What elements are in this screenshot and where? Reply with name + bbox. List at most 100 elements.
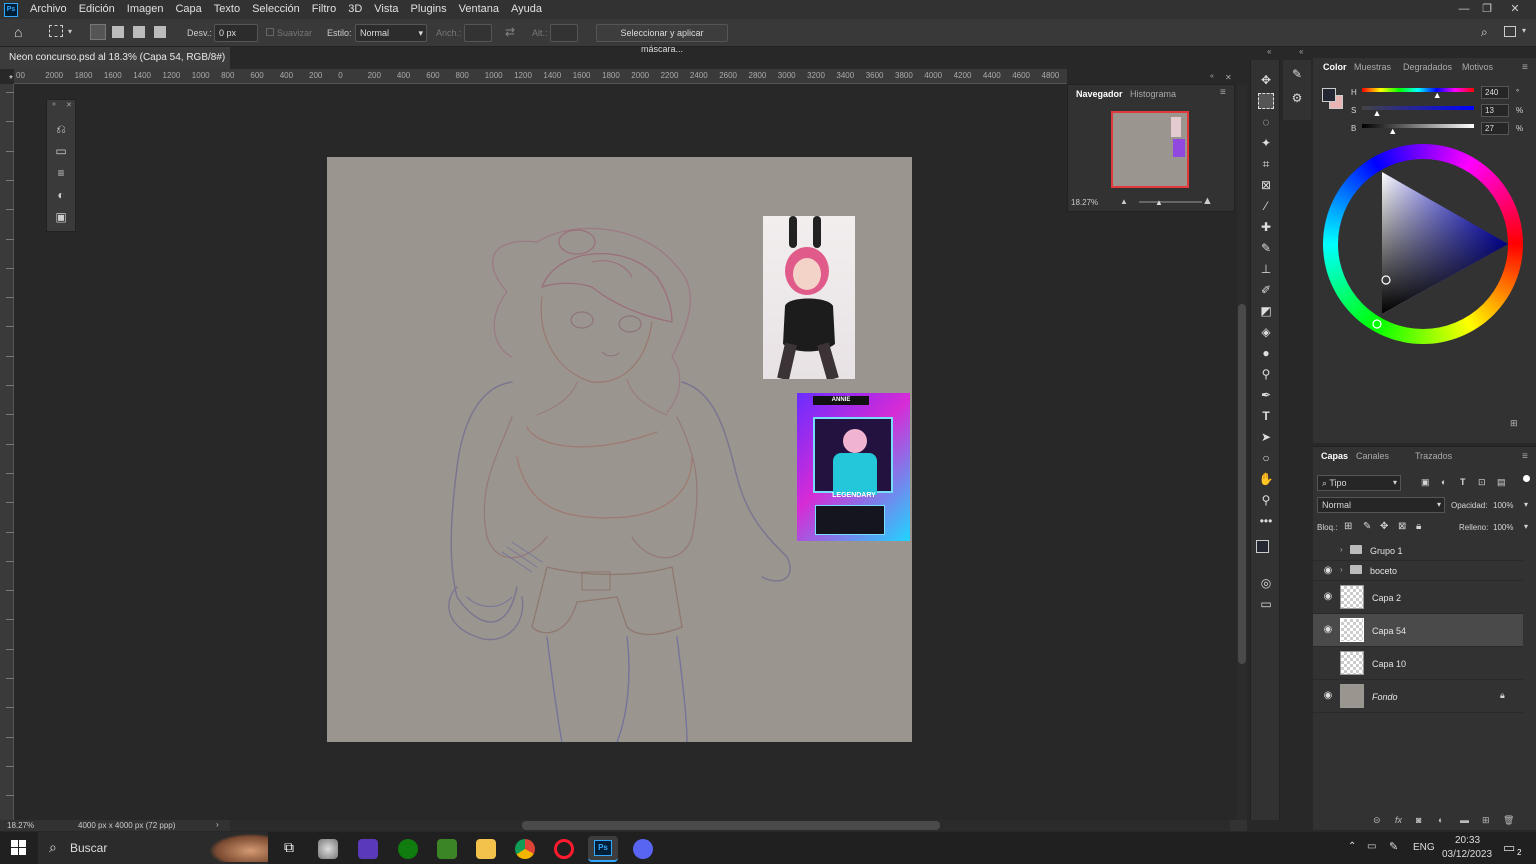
marquee-tool-icon[interactable] (49, 25, 63, 37)
menu-texto[interactable]: Texto (208, 0, 246, 19)
close-icon[interactable]: ✕ (1225, 73, 1232, 82)
smooth-checkbox[interactable] (266, 28, 274, 36)
new-group-icon[interactable]: ▬ (1460, 815, 1469, 825)
layer-row-boceto[interactable]: ◉ › boceto (1313, 561, 1523, 581)
lock-transparency-icon[interactable]: ⊞ (1344, 521, 1352, 532)
brush-settings-icon[interactable]: ✎ (1289, 66, 1305, 82)
brightness-slider-handle[interactable]: ▲ (1388, 126, 1397, 136)
ellipse-tool-icon[interactable]: ○ (1258, 450, 1274, 466)
more-tools-icon[interactable]: ••• (1258, 513, 1274, 529)
minimize-icon[interactable]: — (1453, 0, 1475, 19)
vertical-scrollbar[interactable] (1237, 84, 1247, 820)
close-icon[interactable]: ✕ (66, 101, 72, 109)
zoom-slider-track[interactable] (1139, 201, 1202, 203)
menu-edicion[interactable]: Edición (73, 0, 121, 19)
opacity-value[interactable]: 100% (1493, 501, 1513, 510)
zoom-out-icon[interactable]: ▲ (1120, 197, 1128, 206)
visibility-eye-icon[interactable]: ◉ (1322, 690, 1334, 701)
fx-icon[interactable]: fx (1395, 815, 1402, 825)
layer-row-grupo-1[interactable]: › Grupo 1 (1313, 541, 1523, 561)
h-value[interactable]: 240 (1481, 86, 1509, 99)
history-icon[interactable]: ⎌ (54, 122, 68, 136)
zoom-slider-handle[interactable]: ▲ (1155, 198, 1163, 207)
chevron-down-icon[interactable]: ▾ (1524, 522, 1528, 531)
saturation-slider-handle[interactable]: ▲ (1373, 108, 1382, 118)
language-indicator[interactable]: ENG (1413, 842, 1435, 853)
trash-icon[interactable]: 🗑︎ (1503, 815, 1514, 826)
blur-tool-icon[interactable]: ● (1258, 345, 1274, 361)
menu-archivo[interactable]: Archivo (24, 0, 73, 19)
clock-date[interactable]: 03/12/2023 (1442, 849, 1492, 860)
select-and-mask-button[interactable]: Seleccionar y aplicar máscara... (596, 24, 728, 54)
collapse-icon[interactable]: « (1267, 47, 1271, 56)
fill-value[interactable]: 100% (1493, 523, 1513, 532)
reference-card-annie[interactable]: ANNIE LEGENDARY (797, 393, 910, 541)
width-input[interactable] (464, 24, 492, 42)
comment-icon[interactable]: ▭ (54, 144, 68, 158)
zoom-in-icon[interactable]: ▲ (1202, 195, 1213, 207)
expand-icon[interactable]: ⊞ (1510, 418, 1518, 429)
lock-pixels-icon[interactable]: ✎ (1363, 521, 1371, 532)
link-layers-icon[interactable]: ⊝ (1373, 815, 1381, 826)
horizontal-scrollbar[interactable] (230, 820, 1230, 831)
brush-presets-icon[interactable]: ⚙ (1289, 90, 1305, 106)
filter-pixel-icon[interactable]: ▣ (1421, 477, 1430, 488)
new-layer-icon[interactable]: ⊞ (1482, 815, 1490, 826)
chrome-icon[interactable] (515, 839, 535, 859)
foreground-color-swatch[interactable] (1322, 88, 1336, 102)
swap-icon[interactable]: ⇄ (505, 25, 515, 39)
photoshop-taskbar-button[interactable]: Ps (588, 836, 618, 862)
chevron-right-icon[interactable]: › (216, 820, 219, 829)
layer-row-capa-54[interactable]: ◉ Capa 54 (1313, 614, 1523, 647)
s-value[interactable]: 13 (1481, 104, 1509, 117)
menu-plugins[interactable]: Plugins (405, 0, 453, 19)
menu-filtro[interactable]: Filtro (306, 0, 342, 19)
home-icon[interactable]: ⌂ (14, 24, 22, 40)
collapse-icon[interactable]: « (1299, 47, 1303, 56)
frame-tool-icon[interactable]: ⊠ (1258, 177, 1274, 193)
visibility-eye-icon[interactable]: ◉ (1322, 591, 1334, 602)
search-box[interactable]: ⌕ Buscar (38, 832, 268, 864)
discord-icon[interactable] (633, 839, 653, 859)
menu-imagen[interactable]: Imagen (121, 0, 170, 19)
blend-mode-select[interactable]: Normal ▾ (1317, 497, 1445, 513)
healing-brush-icon[interactable]: ✚ (1258, 219, 1274, 235)
adjustments-icon[interactable]: ≡ (54, 166, 68, 180)
move-tool-icon[interactable]: ✥ (1258, 72, 1274, 88)
menu-seleccion[interactable]: Selección (246, 0, 306, 19)
navigator-zoom[interactable]: 18.27% (1071, 198, 1098, 207)
battery-icon[interactable]: ▭ (1367, 841, 1376, 852)
reference-photo-bunny[interactable] (763, 216, 855, 381)
status-zoom[interactable]: 18.27% (7, 821, 34, 830)
tab-degradados[interactable]: Degradados (1397, 58, 1458, 76)
layer-row-fondo[interactable]: ◉ Fondo 🔒︎ (1313, 680, 1523, 713)
menu-vista[interactable]: Vista (368, 0, 404, 19)
brightness-slider[interactable] (1362, 124, 1474, 128)
filter-type-icon[interactable]: T (1460, 477, 1466, 487)
tab-capas[interactable]: Capas (1315, 447, 1354, 465)
screen-mode-icon[interactable]: ▭ (1258, 596, 1274, 612)
lock-position-icon[interactable]: ✥ (1380, 521, 1388, 532)
filter-shape-icon[interactable]: ⊡ (1478, 477, 1486, 488)
menu-ayuda[interactable]: Ayuda (505, 0, 548, 19)
menu-ventana[interactable]: Ventana (453, 0, 505, 19)
layer-row-capa-2[interactable]: ◉ Capa 2 (1313, 581, 1523, 614)
restore-icon[interactable]: ❐ (1476, 0, 1498, 19)
chevron-right-icon[interactable]: › (1340, 545, 1343, 554)
panel-menu-icon[interactable]: ≡ (1522, 62, 1528, 73)
new-selection-icon[interactable] (90, 24, 106, 40)
intersect-selection-icon[interactable] (154, 26, 166, 38)
properties-icon[interactable]: ▣ (54, 210, 68, 224)
layer-filter-select[interactable]: ⌕ Tipo ▾ (1317, 475, 1401, 491)
notification-icon[interactable]: ▭ (1503, 840, 1515, 856)
chevron-up-icon[interactable]: ⌃ (1348, 841, 1356, 852)
dodge-tool-icon[interactable]: ⚲ (1258, 366, 1274, 382)
quick-mask-icon[interactable]: ◎ (1258, 575, 1274, 591)
history-brush-icon[interactable]: ✐ (1258, 282, 1274, 298)
document-tab[interactable]: Neon concurso.psd al 18.3% (Capa 54, RGB… (0, 47, 230, 85)
pen-tool-icon[interactable]: ✒ (1258, 387, 1274, 403)
search-icon[interactable]: ⌕ (1481, 25, 1488, 40)
paint-bucket-icon[interactable]: ◈ (1258, 324, 1274, 340)
style-select[interactable]: Normal ▾ (355, 24, 427, 42)
lock-artboard-icon[interactable]: ⊠ (1398, 521, 1406, 532)
